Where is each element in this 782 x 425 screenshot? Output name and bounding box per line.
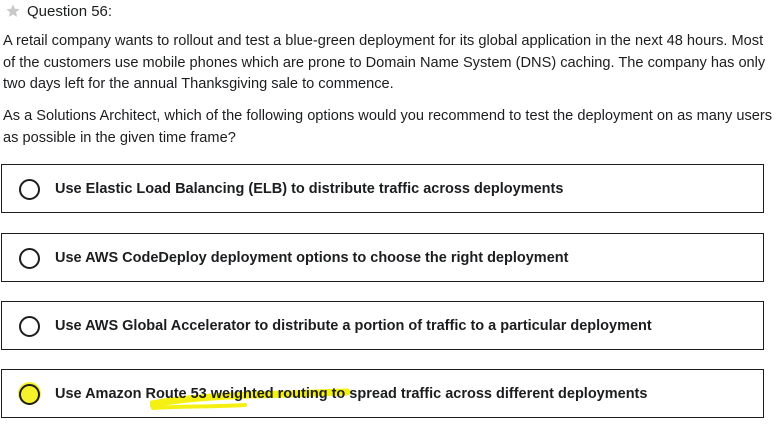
question-title: Question 56:: [27, 2, 113, 20]
answer-option-2-label: Use AWS CodeDeploy deployment options to…: [55, 249, 569, 266]
answer-option-4[interactable]: Use Amazon Route 53 weighted routing to …: [1, 369, 764, 418]
answer-option-4-label: Use Amazon Route 53 weighted routing to …: [55, 385, 648, 402]
radio-button-2[interactable]: [19, 247, 40, 269]
answer-option-3[interactable]: Use AWS Global Accelerator to distribute…: [1, 301, 764, 350]
radio-button-1[interactable]: [19, 178, 40, 200]
radio-button-3[interactable]: [19, 315, 40, 337]
answer-option-3-label: Use AWS Global Accelerator to distribute…: [55, 317, 652, 334]
radio-button-4[interactable]: [19, 383, 40, 405]
question-paragraph-2: As a Solutions Architect, which of the f…: [3, 108, 773, 146]
answer-option-1[interactable]: Use Elastic Load Balancing (ELB) to dist…: [1, 164, 764, 213]
answer-option-2[interactable]: Use AWS CodeDeploy deployment options to…: [1, 233, 764, 282]
question-header: Question 56:: [5, 0, 112, 22]
answer-option-1-label: Use Elastic Load Balancing (ELB) to dist…: [55, 180, 564, 197]
star-icon[interactable]: [5, 3, 21, 19]
question-paragraph-1: A retail company wants to rollout and te…: [3, 33, 766, 92]
